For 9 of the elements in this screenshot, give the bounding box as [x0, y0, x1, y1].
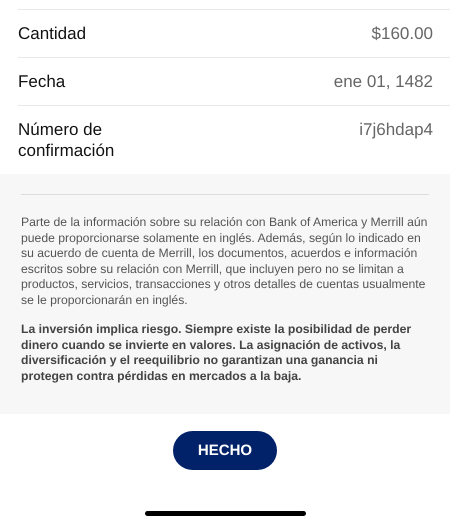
detail-label: Cantidad: [18, 23, 86, 44]
done-button[interactable]: HECHO: [173, 431, 277, 470]
detail-value: i7j6hdap4: [359, 119, 433, 140]
detail-label: Número de confirmación: [18, 119, 116, 161]
detail-value: ene 01, 1482: [334, 71, 433, 92]
detail-value: $160.00: [372, 23, 433, 44]
disclosure-text: Parte de la información sobre su relación con Bank of America y Merrill aún puede proporcionarse solamente en inglés. Además, según lo indicado en su acuerdo de cuenta de Merrill, los documentos, acuerdos e información escritos sobre su relación con Merrill, que incluyen pero no se limitan a productos, servicios, transacciones y otros detalles de cuentas usualmente se le proporcionarán en inglés.: [21, 215, 428, 308]
detail-label: Fecha: [18, 71, 66, 92]
disclosure-text: La inversión implica riesgo. Siempre existe la posibilidad de perder dinero cuando se invierte en valores. La asignación de activos, la diversificación y el reequilibrio no garantizan una ganancia ni protegen contra pérdidas en mercados a la baja.: [21, 322, 412, 384]
